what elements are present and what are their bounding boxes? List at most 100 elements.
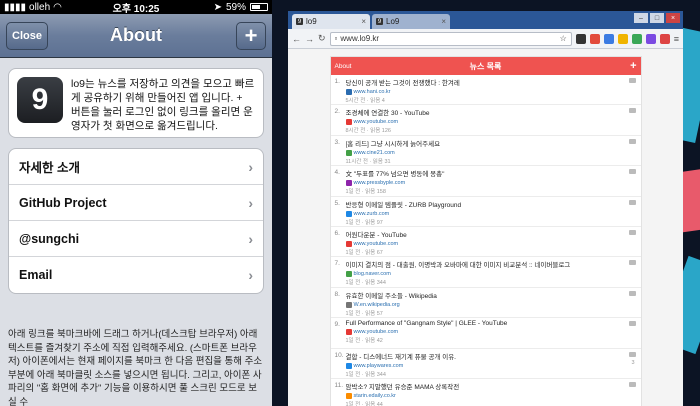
menu-item-email[interactable]: Email › <box>9 257 263 293</box>
comment-icon[interactable] <box>628 138 636 144</box>
page-icon: ▫ <box>334 34 338 43</box>
menu-item-twitter[interactable]: @sungchi › <box>9 221 263 257</box>
news-meta: 1일 전 · 읽음 67 <box>345 249 383 256</box>
bookmark-star-icon[interactable]: ☆ <box>560 34 567 43</box>
news-item[interactable]: 4. 文 "두표를 77% 넘으면 병동에 몽총" www.pressbyple.c… <box>330 166 641 197</box>
extension-icon[interactable] <box>659 33 670 44</box>
news-item[interactable]: 1. 당신이 공개 받는 그것이 전쟁했다 : 한겨레 www.hani.co.kr… <box>330 75 641 106</box>
news-title-link[interactable]: 결합 - 디스에너드 재기계 퓨물 공개 이유. <box>346 351 637 361</box>
news-item[interactable]: 5. 반응형 이메일 템플릿 - ZURB Playground www.zurb.… <box>330 197 641 227</box>
reload-icon[interactable]: ↻ <box>318 33 326 44</box>
menu-item-github[interactable]: GitHub Project › <box>9 185 263 221</box>
iphone-about-screen: ▮▮▮▮ olleh ◠ 오후 10:25 ➤ 59% Close About … <box>0 0 272 406</box>
news-body: 어원다운분 - YouTube www.youtube.com 1일 전 · 읽음 … <box>345 229 637 256</box>
screenshot-root: ▮▮▮▮ olleh ◠ 오후 10:25 ➤ 59% Close About … <box>0 0 700 406</box>
comment-icon[interactable] <box>628 351 636 357</box>
extension-icon[interactable] <box>589 33 600 44</box>
news-number: 9. <box>334 321 340 329</box>
window-controls: – □ × <box>634 13 680 23</box>
lo9-favicon-icon: 9 <box>376 18 383 25</box>
back-icon[interactable]: ← <box>292 34 301 44</box>
news-url: www.youtube.com <box>353 119 399 126</box>
news-source: www.playwares.com <box>345 362 637 369</box>
news-item[interactable]: 8. 유효한 이메일 주소들 - Wikipedia W.en.wikipedia.… <box>330 288 641 319</box>
extension-icon[interactable] <box>617 33 628 44</box>
news-source: www.youtube.com <box>345 240 637 247</box>
news-body: 이미지 결치의 점 - 대출원, 이명박과 오바마에 대한 이미지 비교분석 :… <box>345 259 637 286</box>
extension-icon[interactable] <box>631 33 642 44</box>
news-source: www.hani.co.kr <box>345 89 637 95</box>
browser-window: 9 lo9 × 9 Lo9 × – □ × ← → ↻ ▫ www.lo9.kr… <box>288 11 683 406</box>
news-item[interactable]: 2. 조경체에 연결한 30 - YouTube www.youtube.com 8시… <box>330 105 641 136</box>
news-item[interactable]: 9. Full Performance of "Gangnam Style" | … <box>330 318 641 349</box>
add-news-button[interactable]: + <box>630 60 636 72</box>
news-title-link[interactable]: 조경체에 연결한 30 - YouTube <box>346 107 637 117</box>
news-url: www.zurb.com <box>353 210 390 217</box>
news-item[interactable]: 3. [홈 리드] 그냥 시시하게 늙어주세요 www.cine21.com 11시간… <box>330 136 641 167</box>
news-title-link[interactable]: Full Performance of "Gangnam Style" | GL… <box>346 320 637 327</box>
comment-icon[interactable] <box>628 381 636 387</box>
comment-icon[interactable] <box>628 199 636 205</box>
news-body: Full Performance of "Gangnam Style" | GL… <box>345 320 637 347</box>
news-meta: 1일 전 · 읽음 97 <box>345 219 383 226</box>
minimize-icon[interactable]: – <box>634 13 648 23</box>
comment-icon[interactable] <box>628 229 636 235</box>
news-source: starin.edaily.co.kr <box>345 392 637 399</box>
about-menu: 자세한 소개 › GitHub Project › @sungchi › Ema… <box>8 148 264 294</box>
news-meta: 1일 전 · 읽음 57 <box>345 310 383 317</box>
news-title-link[interactable]: 암박소? 지말했던 유승준 MAMA 상록작전 <box>346 381 637 391</box>
comment-icon[interactable] <box>628 260 636 266</box>
close-tab-icon[interactable]: × <box>441 17 446 26</box>
news-item[interactable]: 10. 결합 - 디스에너드 재기계 퓨물 공개 이유. www.playwares… <box>330 349 641 379</box>
menu-item-label: GitHub Project <box>19 195 107 210</box>
news-title-link[interactable]: 당신이 공개 받는 그것이 전쟁했다 : 한겨레 <box>346 77 637 87</box>
close-tab-icon[interactable]: × <box>361 17 366 26</box>
add-link-button[interactable]: + <box>236 21 266 50</box>
site-favicon-icon <box>345 149 352 156</box>
news-number: 8. <box>334 290 340 298</box>
menu-item-intro[interactable]: 자세한 소개 › <box>9 149 263 185</box>
extension-icon[interactable] <box>645 33 656 44</box>
news-item[interactable]: 7. 이미지 결치의 점 - 대출원, 이명박과 오바마에 대한 이미지 비교분석… <box>330 257 641 288</box>
news-meta: 5시간 전 · 읽음 4 <box>345 98 385 104</box>
chevron-right-icon: › <box>248 267 253 283</box>
comment-icon[interactable] <box>628 321 636 327</box>
extension-icon[interactable] <box>603 33 614 44</box>
close-window-icon[interactable]: × <box>666 13 680 23</box>
extension-icon[interactable] <box>575 33 586 44</box>
tab-label: lo9 <box>306 17 317 26</box>
news-source: blog.naver.com <box>345 271 637 278</box>
comment-icon[interactable] <box>628 108 636 114</box>
status-bar: ▮▮▮▮ olleh ◠ 오후 10:25 ➤ 59% <box>0 0 272 15</box>
close-button[interactable]: Close <box>6 21 48 50</box>
news-url: www.hani.co.kr <box>353 89 391 95</box>
maximize-icon[interactable]: □ <box>650 13 664 23</box>
news-title-link[interactable]: 어원다운분 - YouTube <box>346 229 637 239</box>
site-title: 뉴스 목록 <box>469 61 502 71</box>
news-meta: 1일 전 · 읽음 42 <box>345 338 383 345</box>
forward-icon[interactable]: → <box>305 34 314 44</box>
news-title-link[interactable]: 반응형 이메일 템플릿 - ZURB Playground <box>346 199 637 209</box>
address-bar[interactable]: ▫ www.lo9.kr ☆ <box>329 31 572 46</box>
chevron-right-icon: › <box>248 158 253 175</box>
news-title-link[interactable]: 文 "두표를 77% 넘으면 병동에 몽총" <box>346 168 637 178</box>
news-title-link[interactable]: 이미지 결치의 점 - 대출원, 이명박과 오바마에 대한 이미지 비교분석 :… <box>346 259 637 269</box>
news-number: 1. <box>334 78 340 85</box>
news-url: www.youtube.com <box>353 329 399 336</box>
chevron-right-icon: › <box>248 230 253 247</box>
menu-wrench-icon[interactable]: ≡ <box>674 34 679 44</box>
tab-lo9[interactable]: 9 lo9 × <box>292 14 370 29</box>
news-title-link[interactable]: [홈 리드] 그냥 시시하게 늙어주세요 <box>346 138 637 148</box>
comment-icon[interactable] <box>628 78 636 83</box>
news-meta: 1일 전 · 읽음 158 <box>345 189 386 196</box>
news-item[interactable]: 6. 어원다운분 - YouTube www.youtube.com 1일 전 · 읽… <box>330 227 641 258</box>
url-text: www.lo9.kr <box>340 34 380 43</box>
page-viewport: About 뉴스 목록 + 1. 당신이 공개 받는 그것이 전쟁했다 : 한겨레… <box>288 49 683 406</box>
news-source: www.pressbyple.com <box>345 180 637 187</box>
news-title-link[interactable]: 유효한 이메일 주소들 - Wikipedia <box>346 290 637 300</box>
tab-lo9-second[interactable]: 9 Lo9 × <box>372 14 450 29</box>
comment-icon[interactable] <box>628 290 636 296</box>
comment-icon[interactable] <box>628 169 636 175</box>
about-description: lo9는 뉴스를 저장하고 의견을 모으고 빠르게 공유하기 위해 만들어진 앱… <box>71 78 255 132</box>
news-item[interactable]: 11. 암박소? 지말했던 유승준 MAMA 상록작전 starin.edaily.… <box>331 379 641 406</box>
